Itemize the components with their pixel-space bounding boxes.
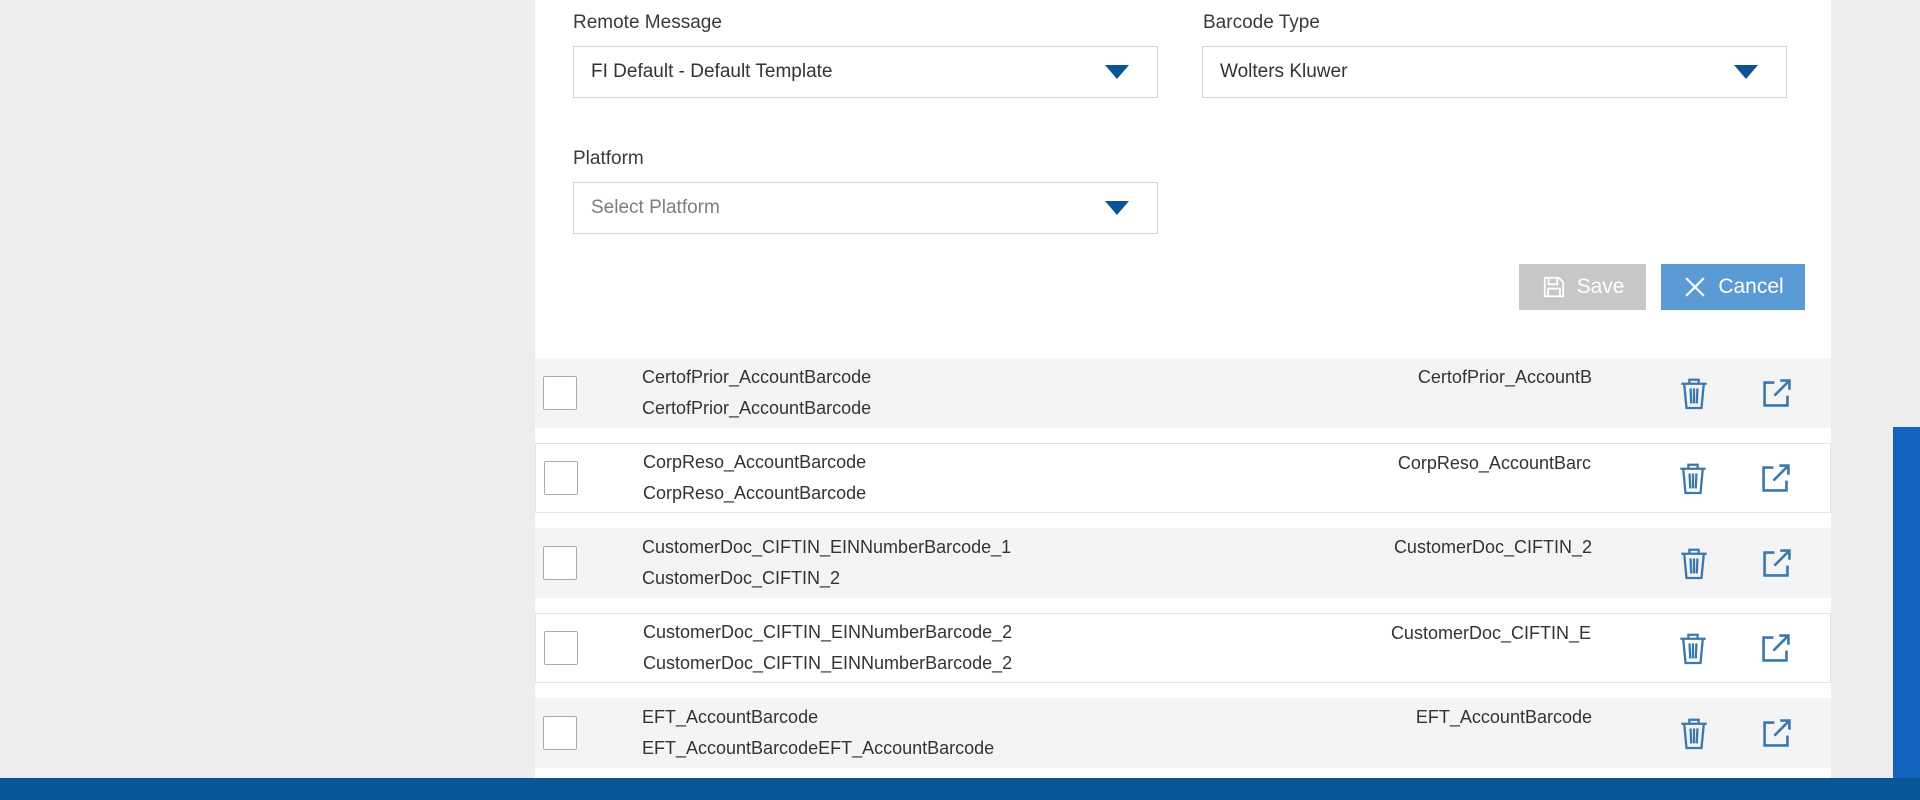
barcode-list: CertofPrior_AccountBarcode CertofPrior_A… <box>535 358 1831 783</box>
row-names: CorpReso_AccountBarcode CorpReso_Account… <box>643 447 1398 509</box>
table-row: CorpReso_AccountBarcode CorpReso_Account… <box>535 443 1831 513</box>
row-checkbox[interactable] <box>543 376 577 410</box>
row-name: CustomerDoc_CIFTIN_EINNumberBarcode_1 <box>642 537 1012 557</box>
barcode-type-value: Wolters Kluwer <box>1220 61 1348 82</box>
barcode-type-dropdown[interactable]: Wolters Kluwer <box>1202 46 1787 98</box>
row-checkbox[interactable] <box>544 461 578 495</box>
row-right-value: CorpReso_AccountBarc <box>1397 453 1591 473</box>
row-name: CorpReso_AccountBarcode <box>643 452 867 472</box>
row-names: EFT_AccountBarcode EFT_AccountBarcodeEFT… <box>642 702 1416 764</box>
table-row: EFT_AccountBarcode EFT_AccountBarcodeEFT… <box>535 698 1831 768</box>
barcode-type-label: Barcode Type <box>1203 12 1320 33</box>
row-names: CustomerDoc_CIFTIN_EINNumberBarcode_2 Cu… <box>643 617 1391 679</box>
row-right-value: CertofPrior_AccountB <box>1417 367 1592 387</box>
remote-message-dropdown[interactable]: FI Default - Default Template <box>573 46 1158 98</box>
row-names: CustomerDoc_CIFTIN_EINNumberBarcode_1 Cu… <box>642 532 1394 594</box>
open-button[interactable] <box>1758 631 1794 665</box>
cancel-button[interactable]: Cancel <box>1661 264 1805 310</box>
open-button[interactable] <box>1759 546 1795 580</box>
save-button[interactable]: Save <box>1519 264 1646 310</box>
row-checkbox[interactable] <box>543 716 577 750</box>
row-checkbox[interactable] <box>543 546 577 580</box>
row-subname: CustomerDoc_CIFTIN_EINNumberBarcode_2 <box>643 653 1013 673</box>
chevron-down-icon <box>1734 65 1758 79</box>
row-right-value: CustomerDoc_CIFTIN_E <box>1390 623 1591 643</box>
table-row: CustomerDoc_CIFTIN_EINNumberBarcode_1 Cu… <box>535 528 1831 598</box>
delete-button[interactable] <box>1677 375 1711 411</box>
scrollbar-thumb[interactable] <box>1893 427 1920 800</box>
row-subname: CustomerDoc_CIFTIN_2 <box>642 568 841 588</box>
delete-button[interactable] <box>1677 545 1711 581</box>
table-row: CustomerDoc_CIFTIN_EINNumberBarcode_2 Cu… <box>535 613 1831 683</box>
row-name: CertofPrior_AccountBarcode <box>642 367 872 387</box>
close-icon <box>1682 274 1708 300</box>
row-checkbox[interactable] <box>544 631 578 665</box>
row-subname: CorpReso_AccountBarcode <box>643 483 867 503</box>
platform-placeholder: Select Platform <box>591 197 720 218</box>
open-button[interactable] <box>1759 376 1795 410</box>
row-names: CertofPrior_AccountBarcode CertofPrior_A… <box>642 362 1418 424</box>
delete-button[interactable] <box>1676 460 1710 496</box>
platform-dropdown[interactable]: Select Platform <box>573 182 1158 234</box>
delete-button[interactable] <box>1677 715 1711 751</box>
row-subname: CertofPrior_AccountBarcode <box>642 398 872 418</box>
remote-message-value: FI Default - Default Template <box>591 61 833 82</box>
delete-button[interactable] <box>1676 630 1710 666</box>
platform-label: Platform <box>573 148 644 169</box>
remote-message-label: Remote Message <box>573 12 722 33</box>
chevron-down-icon <box>1105 65 1129 79</box>
table-row: CertofPrior_AccountBarcode CertofPrior_A… <box>535 358 1831 428</box>
row-right-value: EFT_AccountBarcode <box>1415 707 1592 727</box>
content-panel: Remote Message Barcode Type FI Default -… <box>535 0 1831 778</box>
row-name: CustomerDoc_CIFTIN_EINNumberBarcode_2 <box>643 622 1013 642</box>
row-right-value: CustomerDoc_CIFTIN_2 <box>1393 537 1592 557</box>
save-icon <box>1541 274 1567 300</box>
row-subname: EFT_AccountBarcodeEFT_AccountBarcode <box>642 738 995 758</box>
save-button-label: Save <box>1576 275 1625 298</box>
footer-bar <box>0 778 1920 800</box>
chevron-down-icon <box>1105 201 1129 215</box>
row-name: EFT_AccountBarcode <box>642 707 819 727</box>
open-button[interactable] <box>1758 461 1794 495</box>
open-button[interactable] <box>1759 716 1795 750</box>
cancel-button-label: Cancel <box>1718 275 1784 298</box>
